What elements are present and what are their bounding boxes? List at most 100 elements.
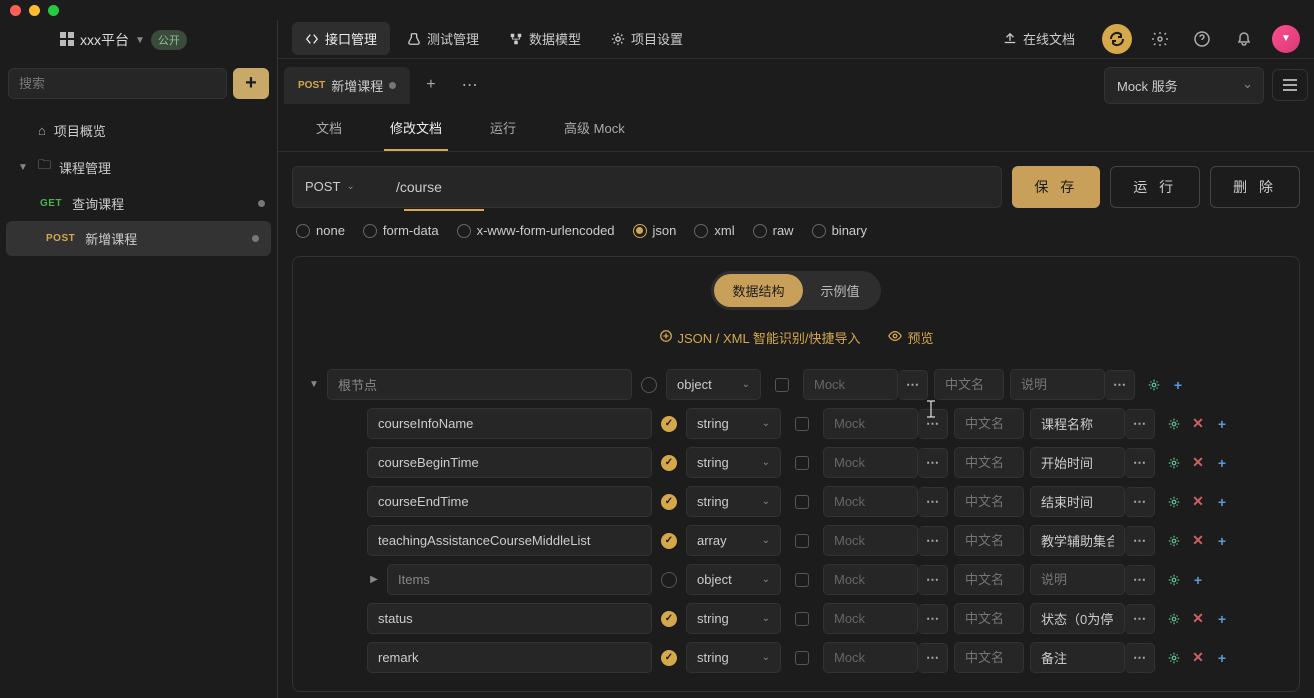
description-input[interactable] — [1030, 642, 1125, 673]
avatar[interactable] — [1272, 25, 1300, 53]
help-button[interactable] — [1188, 25, 1216, 53]
sidebar-api-get[interactable]: GET 查询课程 — [0, 186, 277, 221]
method-select[interactable]: POST ⌄ — [292, 166, 384, 208]
mock-menu-button[interactable]: ⋯ — [898, 370, 928, 400]
sub-tab-mock[interactable]: 高级 Mock — [540, 104, 649, 151]
settings-button[interactable] — [1146, 25, 1174, 53]
row-add-button[interactable]: + — [1169, 376, 1187, 394]
row-settings-button[interactable] — [1165, 415, 1183, 433]
required-toggle[interactable] — [661, 650, 677, 666]
required-toggle[interactable] — [661, 533, 677, 549]
expand-toggle[interactable]: ▼ — [307, 379, 321, 390]
required-toggle[interactable] — [661, 416, 677, 432]
sidebar-item-overview[interactable]: ⌂ 项目概览 — [0, 113, 277, 148]
sub-tab-doc[interactable]: 文档 — [292, 104, 366, 151]
row-settings-button[interactable] — [1165, 610, 1183, 628]
import-link[interactable]: JSON / XML 智能识别/快捷导入 — [659, 328, 861, 347]
nullable-checkbox[interactable] — [795, 417, 809, 431]
row-add-button[interactable]: + — [1213, 649, 1231, 667]
nav-api-management[interactable]: 接口管理 — [292, 22, 390, 55]
row-more-button[interactable]: ⋯ — [1125, 409, 1155, 439]
chinese-name-input[interactable] — [954, 525, 1024, 556]
nullable-checkbox[interactable] — [795, 612, 809, 626]
nullable-checkbox[interactable] — [795, 456, 809, 470]
expand-toggle[interactable]: ▶ — [367, 574, 381, 585]
chinese-name-input[interactable] — [954, 564, 1024, 595]
chinese-name-input[interactable] — [954, 603, 1024, 634]
row-settings-button[interactable] — [1165, 454, 1183, 472]
doc-tab[interactable]: POST 新增课程 — [284, 67, 410, 104]
field-name-input[interactable] — [367, 408, 652, 439]
row-add-button[interactable]: + — [1213, 415, 1231, 433]
row-more-button[interactable]: ⋯ — [1125, 565, 1155, 595]
field-name-input[interactable] — [327, 369, 632, 400]
description-input[interactable] — [1030, 564, 1125, 595]
list-view-button[interactable] — [1272, 69, 1308, 101]
radio-form-data[interactable]: form-data — [363, 223, 439, 238]
field-name-input[interactable] — [367, 525, 652, 556]
online-doc-link[interactable]: 在线文档 — [990, 22, 1088, 55]
workspace-header[interactable]: xxx平台 ▼ 公开 — [0, 20, 277, 62]
toggle-example[interactable]: 示例值 — [803, 274, 878, 307]
mock-input[interactable]: Mock — [823, 564, 918, 595]
mock-menu-button[interactable]: ⋯ — [918, 604, 948, 634]
sub-tab-run[interactable]: 运行 — [466, 104, 540, 151]
field-name-input[interactable] — [367, 603, 652, 634]
row-settings-button[interactable] — [1165, 493, 1183, 511]
row-add-button[interactable]: + — [1213, 610, 1231, 628]
nav-data-model[interactable]: 数据模型 — [496, 22, 594, 55]
row-add-button[interactable]: + — [1213, 454, 1231, 472]
sidebar-api-post[interactable]: POST 新增课程 — [6, 221, 271, 256]
chinese-name-input[interactable] — [934, 369, 1004, 400]
chinese-name-input[interactable] — [954, 408, 1024, 439]
mock-menu-button[interactable]: ⋯ — [918, 643, 948, 673]
row-delete-button[interactable]: ✕ — [1189, 493, 1207, 511]
sync-button[interactable] — [1102, 24, 1132, 54]
search-input[interactable] — [8, 68, 227, 99]
required-toggle[interactable] — [661, 611, 677, 627]
url-input[interactable] — [384, 166, 1002, 208]
description-input[interactable] — [1030, 447, 1125, 478]
mock-input[interactable]: Mock — [823, 525, 918, 556]
row-more-button[interactable]: ⋯ — [1125, 526, 1155, 556]
row-delete-button[interactable]: ✕ — [1189, 532, 1207, 550]
field-name-input[interactable] — [367, 486, 652, 517]
mock-menu-button[interactable]: ⋯ — [918, 565, 948, 595]
row-settings-button[interactable] — [1145, 376, 1163, 394]
type-select[interactable]: string⌄ — [686, 603, 781, 634]
row-delete-button[interactable]: ✕ — [1189, 649, 1207, 667]
radio-xml[interactable]: xml — [694, 223, 734, 238]
row-settings-button[interactable] — [1165, 571, 1183, 589]
environment-select[interactable]: Mock 服务 — [1104, 67, 1264, 104]
notifications-button[interactable] — [1230, 25, 1258, 53]
close-window-dot[interactable] — [10, 5, 21, 16]
row-add-button[interactable]: + — [1213, 532, 1231, 550]
required-toggle[interactable] — [661, 572, 677, 588]
nav-project-settings[interactable]: 项目设置 — [598, 22, 696, 55]
type-select[interactable]: string⌄ — [686, 408, 781, 439]
nullable-checkbox[interactable] — [795, 534, 809, 548]
mock-input[interactable]: Mock — [823, 603, 918, 634]
minimize-window-dot[interactable] — [29, 5, 40, 16]
sub-tab-edit[interactable]: 修改文档 — [366, 104, 466, 151]
mock-input[interactable]: Mock — [823, 486, 918, 517]
description-input[interactable] — [1030, 408, 1125, 439]
tab-menu-button[interactable]: ⋯ — [452, 69, 488, 101]
chinese-name-input[interactable] — [954, 642, 1024, 673]
radio-x-www-form[interactable]: x-www-form-urlencoded — [457, 223, 615, 238]
description-input[interactable] — [1030, 603, 1125, 634]
required-toggle[interactable] — [661, 494, 677, 510]
radio-none[interactable]: none — [296, 223, 345, 238]
row-more-button[interactable]: ⋯ — [1125, 487, 1155, 517]
mock-menu-button[interactable]: ⋯ — [918, 448, 948, 478]
mock-input[interactable]: Mock — [823, 642, 918, 673]
row-settings-button[interactable] — [1165, 649, 1183, 667]
row-more-button[interactable]: ⋯ — [1125, 643, 1155, 673]
description-input[interactable] — [1030, 525, 1125, 556]
nullable-checkbox[interactable] — [795, 495, 809, 509]
type-select[interactable]: array⌄ — [686, 525, 781, 556]
save-button[interactable]: 保 存 — [1012, 166, 1100, 208]
run-button[interactable]: 运 行 — [1110, 166, 1200, 208]
sidebar-group[interactable]: ▼ 🗀 课程管理 — [0, 148, 277, 186]
add-button[interactable]: + — [233, 68, 269, 99]
